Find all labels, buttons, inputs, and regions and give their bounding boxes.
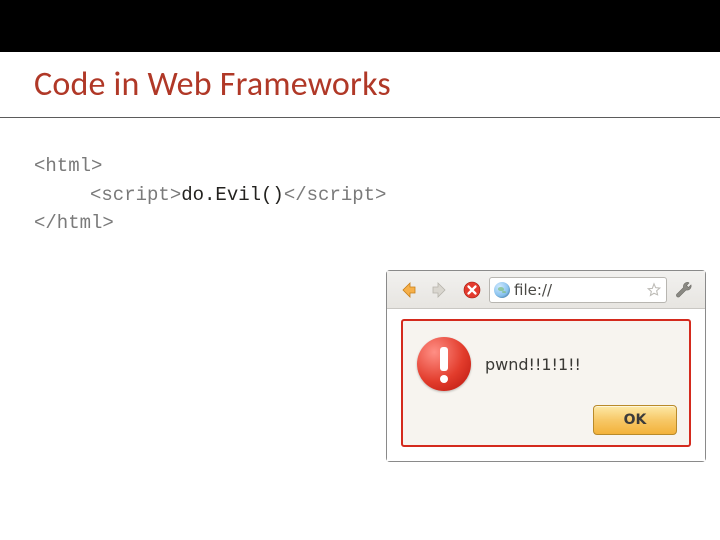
browser-window: file:// pwnd!!1!1!! OK — [386, 270, 706, 462]
alert-dialog: pwnd!!1!1!! OK — [401, 319, 691, 447]
dialog-actions: OK — [415, 405, 677, 435]
browser-toolbar: file:// — [387, 271, 705, 309]
stop-button[interactable] — [457, 276, 487, 304]
code-line-1: <html> — [34, 152, 686, 181]
error-exclamation-icon — [417, 337, 471, 391]
globe-icon — [494, 282, 510, 298]
settings-button[interactable] — [669, 276, 699, 304]
ok-button[interactable]: OK — [593, 405, 677, 435]
code-tag: <html> — [34, 155, 102, 177]
bookmark-star-icon[interactable] — [646, 282, 662, 298]
url-text: file:// — [514, 281, 642, 299]
forward-arrow-icon — [430, 280, 450, 300]
forward-button[interactable] — [425, 276, 455, 304]
browser-content: pwnd!!1!1!! OK — [387, 309, 705, 461]
code-tag: </script> — [284, 184, 387, 206]
url-bar[interactable]: file:// — [489, 277, 667, 303]
back-button[interactable] — [393, 276, 423, 304]
code-tag: <script> — [90, 184, 181, 206]
title-wrap: Code in Web Frameworks — [0, 52, 720, 118]
code-line-2: <script>do.Evil()</script> — [34, 181, 686, 210]
stop-icon — [462, 280, 482, 300]
back-arrow-icon — [398, 280, 418, 300]
slide-title: Code in Web Frameworks — [34, 52, 686, 117]
code-snippet: <html> <script>do.Evil()</script> </html… — [0, 152, 720, 238]
code-line-3: </html> — [34, 209, 686, 238]
dialog-body: pwnd!!1!1!! — [415, 331, 677, 405]
slide-top-bar — [0, 0, 720, 52]
code-body: do.Evil() — [181, 184, 284, 206]
dialog-message: pwnd!!1!1!! — [485, 355, 581, 374]
code-tag: </html> — [34, 212, 114, 234]
wrench-icon — [674, 280, 694, 300]
